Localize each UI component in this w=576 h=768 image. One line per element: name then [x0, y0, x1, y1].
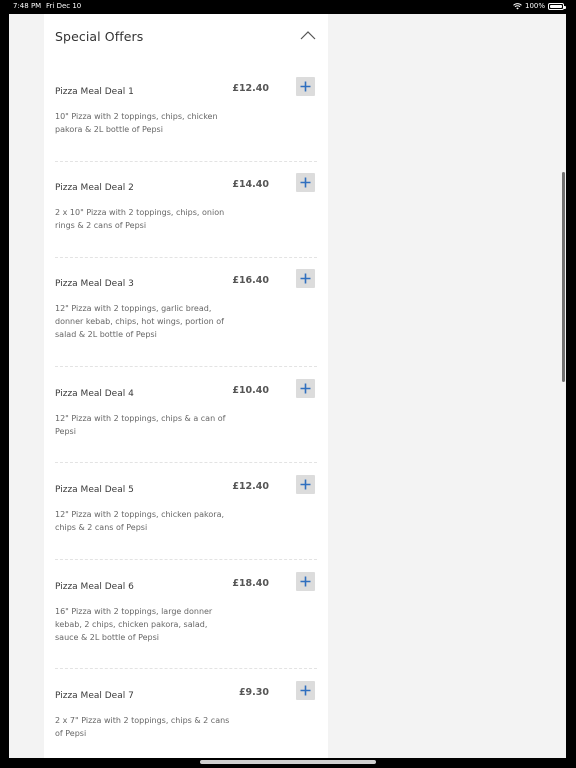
item-description: 16" Pizza with 2 toppings, large donner … — [55, 607, 213, 642]
item-price: £16.40 — [232, 275, 269, 286]
home-indicator[interactable] — [200, 760, 376, 764]
item-description: 10" Pizza with 2 toppings, chips, chicke… — [55, 112, 218, 134]
item-description: 12" Pizza with 2 toppings, garlic bread,… — [55, 304, 224, 339]
plus-icon — [300, 479, 311, 490]
chevron-up-icon[interactable] — [299, 28, 317, 42]
item-name: Pizza Meal Deal 5 — [55, 485, 134, 495]
section-title: Special Offers — [55, 29, 144, 44]
wifi-icon — [513, 2, 522, 9]
status-right: 100% — [513, 0, 566, 12]
item-description: 12" Pizza with 2 toppings, chicken pakor… — [55, 510, 225, 532]
right-gutter — [566, 14, 576, 768]
menu-list-panel[interactable]: Special Offers Pizza Meal Deal 1 £12.40 … — [44, 14, 328, 758]
item-price: £12.40 — [232, 83, 269, 94]
item-description: 2 x 7" Pizza with 2 toppings, chips & 2 … — [55, 716, 230, 738]
left-gutter — [0, 14, 9, 758]
status-bar: 7:48 PM Fri Dec 10 100% — [0, 0, 576, 14]
item-name: Pizza Meal Deal 1 — [55, 87, 134, 97]
item-description: 2 x 10" Pizza with 2 toppings, chips, on… — [55, 208, 225, 230]
add-button[interactable] — [296, 475, 315, 494]
divider — [55, 668, 317, 669]
battery-percent: 100% — [524, 2, 545, 10]
add-button[interactable] — [296, 379, 315, 398]
item-price: £18.40 — [232, 578, 269, 589]
plus-icon — [300, 177, 311, 188]
plus-icon — [300, 576, 311, 587]
item-price: £9.30 — [238, 687, 269, 698]
status-date: Fri Dec 10 — [46, 2, 82, 10]
scrollbar[interactable] — [562, 172, 565, 382]
add-button[interactable] — [296, 681, 315, 700]
section-header[interactable]: Special Offers — [55, 26, 317, 50]
status-time: 7:48 PM — [13, 2, 42, 10]
screen: Special Offers Pizza Meal Deal 1 £12.40 … — [0, 14, 576, 768]
divider — [55, 257, 317, 258]
add-button[interactable] — [296, 572, 315, 591]
battery-icon — [548, 2, 566, 10]
item-price: £10.40 — [232, 385, 269, 396]
plus-icon — [300, 273, 311, 284]
item-name: Pizza Meal Deal 7 — [55, 691, 134, 701]
item-price: £14.40 — [232, 179, 269, 190]
divider — [55, 462, 317, 463]
item-name: Pizza Meal Deal 3 — [55, 279, 134, 289]
divider — [55, 366, 317, 367]
add-button[interactable] — [296, 77, 315, 96]
item-price: £12.40 — [232, 481, 269, 492]
item-name: Pizza Meal Deal 6 — [55, 582, 134, 592]
plus-icon — [300, 685, 311, 696]
plus-icon — [300, 81, 311, 92]
divider — [55, 161, 317, 162]
add-button[interactable] — [296, 269, 315, 288]
item-name: Pizza Meal Deal 2 — [55, 183, 134, 193]
item-description: 12" Pizza with 2 toppings, chips & a can… — [55, 414, 226, 436]
plus-icon — [300, 383, 311, 394]
add-button[interactable] — [296, 173, 315, 192]
divider — [55, 559, 317, 560]
right-pane — [329, 14, 566, 758]
item-name: Pizza Meal Deal 4 — [55, 389, 134, 399]
